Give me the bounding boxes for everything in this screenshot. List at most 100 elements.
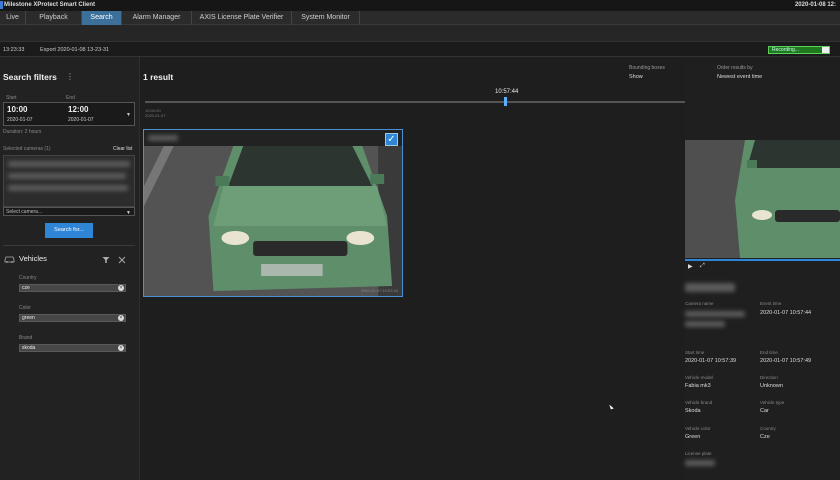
camera-entry-blurred	[8, 161, 130, 167]
app-logo	[0, 1, 3, 9]
vehicles-filter-title: Vehicles	[19, 254, 47, 263]
timeline-start-date: 2020-01-07	[145, 113, 166, 118]
bounding-boxes-label: Bounding boxes	[629, 65, 665, 71]
car-icon	[4, 256, 15, 263]
camera-name-blurred	[148, 135, 178, 141]
duration-text: Duration: 2 hours	[3, 129, 42, 135]
direction-value: Unknown	[760, 383, 783, 389]
vehicle-model-value: Fabia mk3	[685, 383, 711, 389]
title-blurred	[685, 283, 735, 292]
car-thumbnail	[144, 146, 402, 296]
bounding-boxes-select[interactable]: Show	[629, 74, 643, 80]
camera-name-blurred	[685, 321, 725, 327]
brand-label: Brand	[19, 335, 33, 341]
selected-cameras-list[interactable]	[3, 155, 135, 207]
start-time: 10:00	[7, 105, 28, 114]
app-title: Milestone XProtect Smart Client	[4, 2, 96, 8]
clear-icon[interactable]: ×	[118, 345, 124, 351]
playback-controls: ▶ ⤢	[685, 260, 840, 272]
recording-indicator: Recording...	[768, 46, 830, 54]
result-card[interactable]: ✓ 2020-01-07 10:57:44	[143, 129, 403, 297]
end-label: End	[66, 95, 75, 101]
tab-bar: Live Playback Search Alarm Manager AXIS …	[0, 11, 840, 25]
export-status: Export 2020-01-08 13-23-31	[40, 47, 110, 53]
camera-name-label: Camera name	[685, 301, 714, 306]
country-value: cze	[22, 285, 30, 291]
brand-value: skoda	[22, 345, 36, 351]
search-filters-panel: Search filters ⋮ Start End 10:00 2020-01…	[0, 57, 140, 480]
vehicle-type-label: Vehicle type	[760, 400, 785, 405]
start-time-label: Start time	[685, 350, 705, 355]
divider	[3, 245, 135, 246]
result-card-header	[144, 130, 402, 146]
event-time-label: Event time	[760, 301, 782, 306]
vehicle-brand-label: Vehicle brand	[685, 400, 713, 405]
tab-search[interactable]: Search	[82, 11, 122, 25]
selected-cameras-label: Selected cameras (1)	[3, 146, 51, 152]
vehicle-model-label: Vehicle model	[685, 375, 714, 380]
end-time-label: End time	[760, 350, 778, 355]
tab-axis-license-plate-verifier[interactable]: AXIS License Plate Verifier	[192, 11, 292, 25]
timeline-marker[interactable]	[504, 97, 507, 106]
recording-label: Recording...	[772, 47, 799, 53]
filters-menu-icon[interactable]: ⋮	[66, 72, 74, 81]
video-preview[interactable]	[685, 140, 840, 258]
country-detail-label: Country	[760, 426, 776, 431]
timeline-time: 10:57:44	[495, 89, 519, 95]
license-plate-label: License plate	[685, 451, 712, 456]
start-date: 2020-01-07	[7, 117, 33, 123]
brand-field[interactable]: skoda ×	[19, 344, 126, 352]
vehicle-type-value: Car	[760, 408, 769, 414]
start-label: Start	[6, 95, 17, 101]
search-filters-title: Search filters	[3, 72, 57, 82]
search-button[interactable]: Search for...	[45, 223, 93, 238]
expand-icon[interactable]: ⤢	[700, 263, 705, 270]
vehicle-color-label: Vehicle color	[685, 426, 711, 431]
result-count: 1 result	[143, 72, 174, 82]
results-area: 1 result Bounding boxes Show 10:57:44 10…	[140, 57, 840, 480]
select-camera-text: Select camera...	[6, 209, 43, 215]
order-results-select[interactable]: Newest event time	[717, 74, 762, 80]
vehicle-brand-value: Skoda	[685, 408, 701, 414]
country-label: Country	[19, 275, 37, 281]
order-results-label: Order results by	[717, 65, 753, 71]
title-bar: Milestone XProtect Smart Client 2020-01-…	[0, 0, 840, 11]
result-timestamp: 2020-01-07 10:57:44	[360, 288, 398, 293]
color-field[interactable]: green ×	[19, 314, 126, 322]
tab-live[interactable]: Live	[0, 11, 26, 25]
clear-icon[interactable]: ×	[118, 315, 124, 321]
toolbar	[0, 25, 840, 41]
vehicle-color-value: Green	[685, 434, 701, 440]
tab-playback[interactable]: Playback	[26, 11, 82, 25]
color-label: Color	[19, 305, 31, 311]
clear-list-link[interactable]: Clear list	[113, 146, 132, 152]
filter-icon[interactable]	[102, 256, 110, 264]
time-range-picker[interactable]: 10:00 2020-01-07 12:00 2020-01-07 ▼	[3, 102, 135, 126]
recording-end	[822, 47, 829, 53]
country-detail-value: Cze	[760, 434, 770, 440]
end-time: 12:00	[68, 105, 89, 114]
tab-alarm-manager[interactable]: Alarm Manager	[122, 11, 192, 25]
color-value: green	[22, 315, 35, 321]
status-time: 13:23:33	[3, 47, 25, 53]
mouse-cursor	[609, 403, 614, 410]
camera-entry-blurred	[8, 173, 126, 179]
event-time-value: 2020-01-07 10:57:44	[760, 310, 812, 316]
license-plate-blurred	[685, 460, 715, 466]
checkbox-checked-icon[interactable]: ✓	[385, 133, 398, 146]
close-icon[interactable]	[118, 256, 126, 264]
camera-name-blurred	[685, 311, 745, 317]
clear-icon[interactable]: ×	[118, 285, 124, 291]
chevron-down-icon: ▼	[126, 210, 131, 216]
play-icon[interactable]: ▶	[688, 263, 693, 270]
select-camera-dropdown[interactable]: Select camera... ▼	[3, 207, 135, 216]
detail-panel: Order results by Newest event time ▶ ⤢ C…	[685, 57, 840, 480]
end-date: 2020-01-07	[68, 117, 94, 123]
status-bar: 13:23:33 Export 2020-01-08 13-23-31 Reco…	[0, 41, 840, 57]
chevron-down-icon: ▼	[126, 112, 131, 118]
clock: 2020-01-08 12:	[794, 2, 836, 8]
country-field[interactable]: cze ×	[19, 284, 126, 292]
tab-system-monitor[interactable]: System Monitor	[292, 11, 360, 25]
end-time-value: 2020-01-07 10:57:49	[760, 358, 812, 364]
start-time-value: 2020-01-07 10:57:39	[685, 358, 737, 364]
